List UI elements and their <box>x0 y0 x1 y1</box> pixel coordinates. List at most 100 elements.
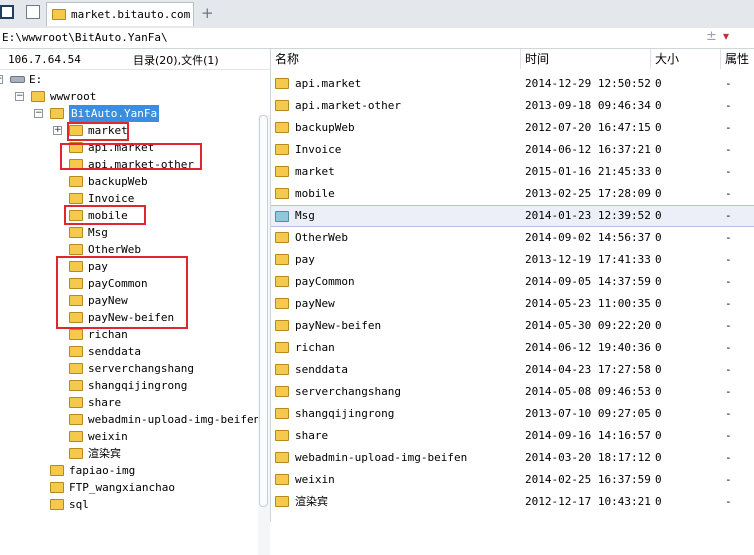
cell-time: 2014-06-12 19:40:36 <box>525 341 651 354</box>
file-row[interactable]: api.market-other 2013-09-18 09:46:34 0 - <box>271 95 754 117</box>
file-row[interactable]: richan 2014-06-12 19:40:36 0 - <box>271 337 754 359</box>
tree-item-label: webadmin-upload-img-beifen <box>88 413 261 426</box>
cell-size: 0 <box>655 495 662 508</box>
cell-name: mobile <box>295 187 335 200</box>
folder-icon <box>275 364 289 375</box>
file-row[interactable]: pay 2013-12-19 17:41:33 0 - <box>271 249 754 271</box>
file-row[interactable]: mobile 2013-02-25 17:28:09 0 - <box>271 183 754 205</box>
cell-size: 0 <box>655 473 662 486</box>
tree-scrollbar-thumb[interactable] <box>259 115 268 507</box>
file-row[interactable]: weixin 2014-02-25 16:37:59 0 - <box>271 469 754 491</box>
folder-icon <box>52 9 66 20</box>
tab-active[interactable]: market.bitauto.com <box>46 2 194 26</box>
cell-size: 0 <box>655 275 662 288</box>
folder-icon <box>275 232 289 243</box>
cell-size: 0 <box>655 451 662 464</box>
file-row[interactable]: market 2015-01-16 21:45:33 0 - <box>271 161 754 183</box>
cell-time: 2015-01-16 21:45:33 <box>525 165 651 178</box>
folder-icon <box>275 276 289 287</box>
tree-header: 106.7.64.54 目录(20),文件(1) <box>0 49 270 70</box>
cell-attr: - <box>725 231 732 244</box>
file-row[interactable]: Msg 2014-01-23 12:39:52 0 - <box>271 205 754 227</box>
file-row[interactable]: serverchangshang 2014-05-08 09:46:53 0 - <box>271 381 754 403</box>
folder-icon <box>275 144 289 155</box>
plus-icon[interactable]: + <box>201 4 214 22</box>
column-size[interactable]: 大小 <box>651 49 721 69</box>
collapse-icon[interactable]: − <box>34 109 43 118</box>
folder-icon <box>69 346 83 357</box>
cell-size: 0 <box>655 341 662 354</box>
cell-size: 0 <box>655 429 662 442</box>
column-name[interactable]: 名称 <box>271 49 521 69</box>
cell-name: market <box>295 165 335 178</box>
tree-scrollbar[interactable] <box>258 115 270 555</box>
file-row[interactable]: Invoice 2014-06-12 16:37:21 0 - <box>271 139 754 161</box>
tree-item-label: share <box>88 396 122 409</box>
collapse-icon[interactable]: − <box>0 75 3 84</box>
file-row[interactable]: OtherWeb 2014-09-02 14:56:37 0 - <box>271 227 754 249</box>
column-time[interactable]: 时间 <box>521 49 651 69</box>
expand-icon[interactable]: + <box>53 126 62 135</box>
cell-attr: - <box>725 495 732 508</box>
cell-attr: - <box>725 143 732 156</box>
cell-attr: - <box>725 473 732 486</box>
cell-size: 0 <box>655 297 662 310</box>
folder-icon <box>31 91 45 102</box>
tab-list-icon[interactable] <box>26 5 40 19</box>
address-bar[interactable]: E:\wwwroot\BitAuto.YanFa\ ± ▾ <box>0 28 754 49</box>
file-row[interactable]: webadmin-upload-img-beifen 2014-03-20 18:… <box>271 447 754 469</box>
cell-time: 2014-09-16 14:16:57 <box>525 429 651 442</box>
tree-item-label: Msg <box>88 226 108 239</box>
file-row[interactable]: shangqijingrong 2013-07-10 09:27:05 0 - <box>271 403 754 425</box>
folder-icon <box>275 298 289 309</box>
tab-title: market.bitauto.com <box>71 8 191 21</box>
cell-attr: - <box>725 99 732 112</box>
cell-attr: - <box>725 275 732 288</box>
folder-icon <box>275 474 289 485</box>
cell-size: 0 <box>655 99 662 112</box>
tree-item-label: weixin <box>88 430 128 443</box>
folder-icon <box>69 431 83 442</box>
cell-attr: - <box>725 407 732 420</box>
cell-name: Invoice <box>295 143 342 156</box>
item-summary: 目录(20),文件(1) <box>133 54 219 67</box>
cell-time: 2014-09-05 14:37:59 <box>525 275 651 288</box>
file-row[interactable]: payNew 2014-05-23 11:00:35 0 - <box>271 293 754 315</box>
cell-name: backupWeb <box>295 121 355 134</box>
file-row[interactable]: backupWeb 2012-07-20 16:47:15 0 - <box>271 117 754 139</box>
cell-name: pay <box>295 253 315 266</box>
cell-attr: - <box>725 341 732 354</box>
folder-icon <box>275 342 289 353</box>
server-ip: 106.7.64.54 <box>8 53 81 66</box>
file-row[interactable]: 渲染宾 2012-12-17 10:43:21 0 - <box>271 491 754 513</box>
tree-item-label: E: <box>29 73 43 86</box>
bookmark-add-icon[interactable]: ± <box>706 29 717 44</box>
tree-item-label: shangqijingrong <box>88 379 188 392</box>
window-menu-icon[interactable] <box>0 5 14 19</box>
cell-time: 2012-07-20 16:47:15 <box>525 121 651 134</box>
file-row[interactable]: senddata 2014-04-23 17:27:58 0 - <box>271 359 754 381</box>
history-dropdown-icon[interactable]: ▾ <box>723 29 729 43</box>
cell-name: api.market <box>295 77 362 90</box>
file-row[interactable]: api.market 2014-12-29 12:50:52 0 - <box>271 73 754 95</box>
address-path[interactable]: E:\wwwroot\BitAuto.YanFa\ <box>2 31 168 44</box>
cell-name: webadmin-upload-img-beifen <box>295 451 468 464</box>
tree-item-label: serverchangshang <box>88 362 194 375</box>
cell-time: 2014-05-30 09:22:20 <box>525 319 651 332</box>
folder-icon <box>275 386 289 397</box>
column-attr[interactable]: 属性 <box>721 49 754 69</box>
folder-icon <box>275 452 289 463</box>
file-row[interactable]: payCommon 2014-09-05 14:37:59 0 - <box>271 271 754 293</box>
tree-item-label: 渲染宾 <box>88 447 121 460</box>
collapse-icon[interactable]: − <box>15 92 24 101</box>
cell-time: 2014-06-12 16:37:21 <box>525 143 651 156</box>
tree-item-label: wwwroot <box>50 90 97 103</box>
cell-time: 2014-09-02 14:56:37 <box>525 231 651 244</box>
file-list-panel: 名称 时间 大小 属性 api.market 2014-12-29 12:50:5… <box>271 49 754 522</box>
cell-time: 2013-09-18 09:46:34 <box>525 99 651 112</box>
file-row[interactable]: payNew-beifen 2014-05-30 09:22:20 0 - <box>271 315 754 337</box>
cell-time: 2014-01-23 12:39:52 <box>525 209 651 222</box>
cell-name: OtherWeb <box>295 231 348 244</box>
file-row[interactable]: share 2014-09-16 14:16:57 0 - <box>271 425 754 447</box>
folder-icon <box>69 176 83 187</box>
